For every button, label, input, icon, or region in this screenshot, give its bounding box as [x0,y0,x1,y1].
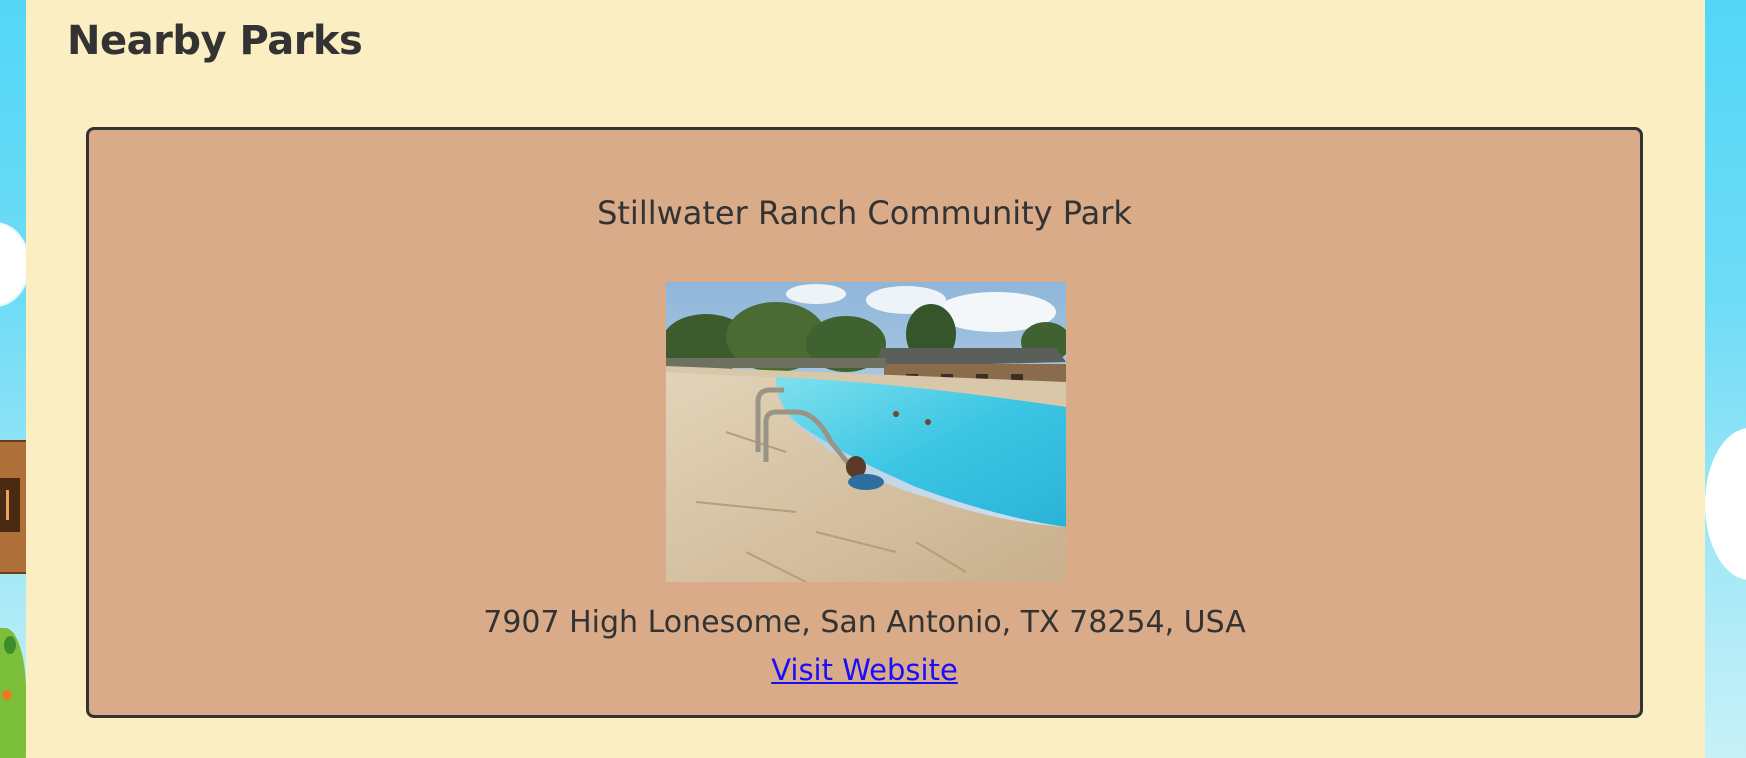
wooden-sign-decoration [0,440,26,574]
park-card: Stillwater Ranch Community Park 7907 Hig… [86,127,1643,718]
flower-decoration [2,690,12,700]
content-panel: Nearby Parks Stillwater Ranch Community … [26,0,1705,758]
park-link-container: Visit Website [89,653,1640,687]
sign-plank [6,490,9,520]
cloud-decoration [1705,428,1746,580]
pool-photo-illustration [666,282,1066,582]
park-address: 7907 High Lonesome, San Antonio, TX 7825… [483,605,1246,640]
background-right-decor [1705,0,1746,758]
cloud-decoration [0,222,26,307]
park-name: Stillwater Ranch Community Park [597,194,1132,232]
page-title: Nearby Parks [67,18,363,64]
leaf-decoration [4,636,16,654]
park-photo [666,282,1066,582]
sign-window [0,478,20,532]
bush-decoration [0,628,26,758]
visit-website-link[interactable]: Visit Website [771,653,958,687]
background-left-decor [0,0,26,758]
